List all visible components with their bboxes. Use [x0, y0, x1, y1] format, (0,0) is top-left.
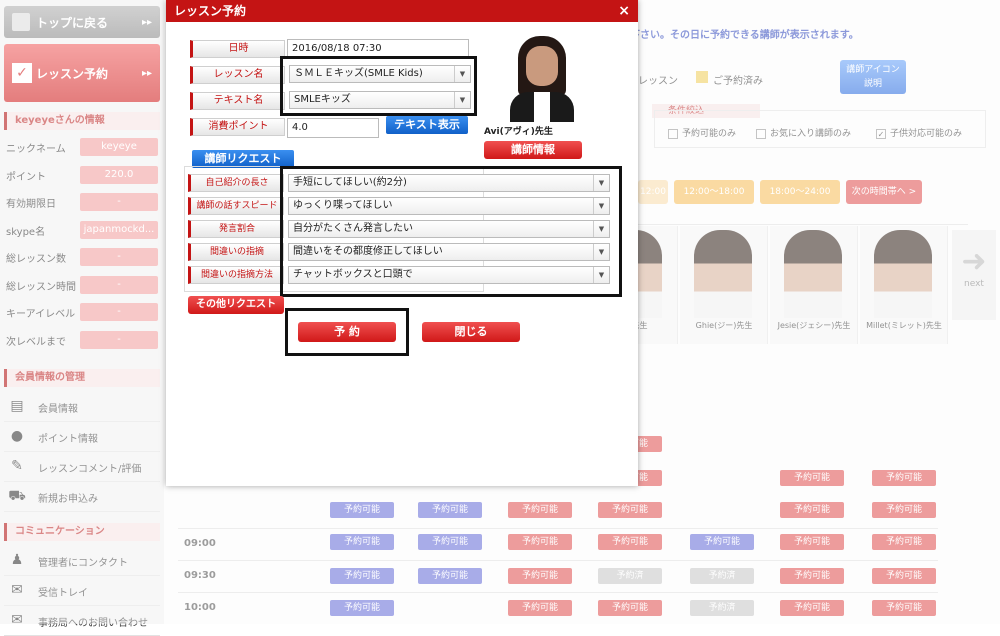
points-field: 4.0 — [287, 118, 379, 138]
reservation-modal: レッスン予約 × 日時 2016/08/18 07:30 レッスン名 ＳＭＬＥキ… — [166, 0, 638, 486]
request-label: 発言割合 — [188, 220, 284, 238]
request-label: 間違いの指摘 — [188, 243, 284, 261]
teacher-name: Avi(アヴィ)先生 — [484, 127, 553, 137]
modal-title: レッスン予約 — [166, 0, 638, 22]
request-label: 自己紹介の長さ — [188, 174, 284, 192]
close-icon[interactable]: × — [618, 0, 630, 22]
modal-title-text: レッスン予約 — [174, 4, 247, 18]
highlight-box-lesson — [280, 56, 477, 116]
highlight-box-requests — [280, 166, 622, 297]
teacher-photo — [506, 34, 578, 122]
request-label: 間違いの指摘方法 — [188, 266, 284, 284]
close-button[interactable]: 閉じる — [422, 322, 520, 342]
date-label: 日時 — [190, 40, 285, 58]
request-label: 講師の話すスピード — [188, 197, 284, 215]
text-show-button[interactable]: テキスト表示 — [386, 116, 468, 134]
other-request-button[interactable]: その他リクエスト — [188, 296, 284, 314]
teacher-info-button[interactable]: 講師情報 — [484, 141, 582, 159]
reserve-button[interactable]: 予 約 — [298, 322, 396, 342]
text-label: テキスト名 — [190, 92, 285, 110]
points-label: 消費ポイント — [190, 118, 285, 136]
lesson-label: レッスン名 — [190, 66, 285, 84]
